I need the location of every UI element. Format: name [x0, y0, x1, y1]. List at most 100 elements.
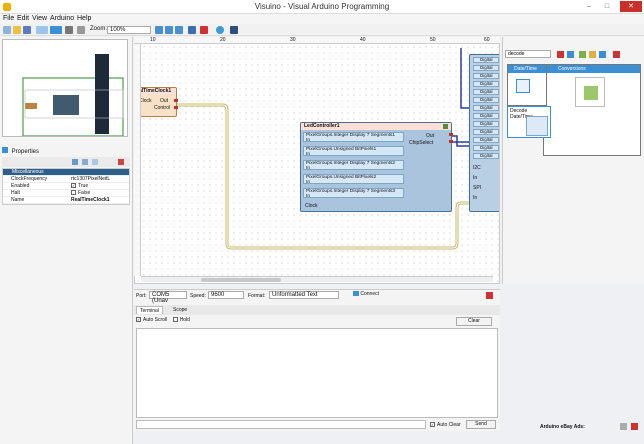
board-digital-pin[interactable]: Digital [473, 145, 499, 151]
rtc-out-pin[interactable] [174, 99, 178, 102]
property-row[interactable]: Halt False [3, 190, 129, 197]
new-icon[interactable] [3, 26, 11, 34]
edit-icon[interactable] [443, 124, 448, 129]
property-row[interactable]: Enabled ✓ True [3, 183, 129, 190]
port-select[interactable]: COM5 (Unav [149, 291, 187, 304]
element-display-7seg-1[interactable]: PixelGroups.Integer Display 7 Segments1 I… [303, 132, 404, 143]
zoom-select[interactable]: 100% [107, 26, 151, 34]
property-row[interactable]: Name RealTimeClock1 [3, 197, 129, 204]
terminal-output[interactable] [136, 328, 498, 418]
compile-icon[interactable] [188, 26, 196, 34]
board-digital-pin[interactable]: Digital [473, 129, 499, 135]
menu-edit[interactable]: Edit [17, 15, 29, 22]
halt-checkbox[interactable] [71, 190, 76, 196]
menu-view[interactable]: View [32, 15, 47, 22]
tab-terminal[interactable]: Terminal [136, 306, 163, 314]
datetime-component-icon[interactable] [516, 79, 530, 93]
filter-down-icon[interactable] [567, 51, 574, 58]
send-input[interactable] [136, 420, 426, 429]
board-digital-pin[interactable]: Digital [473, 81, 499, 87]
auto-scroll-checkbox[interactable]: ✓ [136, 317, 141, 323]
layout-alt-icon[interactable] [50, 26, 62, 34]
pin-icon[interactable] [118, 159, 124, 165]
expand-icon[interactable] [599, 51, 606, 58]
menu-arduino[interactable]: Arduino [50, 15, 74, 22]
element-display-7seg-3[interactable]: PixelGroups.Integer Display 7 Segments3 I… [303, 188, 404, 199]
send-row: ✓ Auto Clear Send [136, 420, 498, 430]
clear-button[interactable]: Clear [456, 317, 492, 326]
format-select[interactable]: Unformatted Text [269, 291, 339, 299]
rtc-out-pin-label: Out [160, 98, 169, 104]
serial-settings-icon[interactable] [486, 292, 493, 299]
ads-close-icon[interactable] [631, 423, 638, 430]
element-bitpixels-1[interactable]: PixelGroups.Unsigned BitPixels1 In [303, 146, 404, 157]
rtc-control-pin[interactable] [174, 106, 178, 109]
board-icon[interactable] [230, 26, 238, 34]
chip-select-pin[interactable] [449, 140, 453, 143]
led-controller-component[interactable]: LedController1 Out ChipSelect PixelGroup… [300, 122, 453, 212]
zoom-in-icon[interactable] [155, 26, 163, 34]
menu-help[interactable]: Help [77, 15, 91, 22]
board-digital-pin[interactable]: Digital [473, 113, 499, 119]
board-digital-pin[interactable]: Digital [473, 57, 499, 63]
datetime-card[interactable]: Date/Time [507, 64, 547, 106]
tab-scope[interactable]: Scope [170, 306, 190, 314]
save-icon[interactable] [23, 26, 31, 34]
arduino-board-component[interactable]: Digital Digital Digital Digital Digital Digit… [469, 54, 499, 212]
property-category[interactable]: Miscellaneous [3, 169, 129, 176]
property-value[interactable]: ✓ True [71, 183, 88, 189]
in-pin-label: In [306, 180, 311, 185]
open-icon[interactable] [13, 26, 21, 34]
overview-thumbnail[interactable] [2, 39, 128, 137]
board-digital-pin[interactable]: Digital [473, 65, 499, 71]
folder-icon[interactable] [589, 51, 596, 58]
auto-clear-checkbox[interactable]: ✓ [430, 422, 435, 428]
hold-option[interactable]: Hold [172, 317, 190, 323]
property-value[interactable]: rtc1307PixelNeitL [71, 176, 110, 182]
horizontal-scrollbar[interactable] [141, 276, 493, 282]
enabled-checkbox[interactable]: ✓ [71, 183, 76, 189]
maximize-button[interactable]: □ [598, 1, 616, 12]
close-button[interactable]: ✕ [620, 1, 642, 12]
design-canvas[interactable]: alTimeClock1 Clock Out Control LedContro… [134, 37, 500, 284]
ads-settings-icon[interactable] [620, 423, 627, 430]
layout-icon[interactable] [36, 26, 48, 34]
property-row[interactable]: ClockFrequency rtc1307PixelNeitL [3, 176, 129, 183]
property-value[interactable]: False [71, 190, 90, 196]
board-digital-pin[interactable]: Digital [473, 105, 499, 111]
upload-icon[interactable] [216, 26, 224, 34]
board-digital-pin[interactable]: Digital [473, 121, 499, 127]
board-digital-pin[interactable]: Digital [473, 97, 499, 103]
speed-select[interactable]: 9600 [208, 291, 244, 299]
component-search-input[interactable] [505, 50, 551, 58]
send-button[interactable]: Send [466, 420, 496, 429]
add-icon[interactable] [579, 51, 586, 58]
grid-icon[interactable] [92, 159, 98, 165]
scrollbar-thumb[interactable] [201, 278, 281, 282]
zoom-fit-icon[interactable] [175, 26, 183, 34]
element-display-7seg-2[interactable]: PixelGroups.Integer Display 7 Segments2 I… [303, 160, 404, 171]
conversion-component-tile[interactable] [575, 77, 605, 107]
redo-icon[interactable] [77, 26, 85, 34]
board-digital-pin[interactable]: Digital [473, 73, 499, 79]
auto-clear-option[interactable]: ✓ Auto Clear [430, 422, 461, 428]
connect-button[interactable]: Connect [346, 291, 386, 300]
board-digital-pin[interactable]: Digital [473, 89, 499, 95]
element-bitpixels-2[interactable]: PixelGroups.Unsigned BitPixels2 In [303, 174, 404, 185]
minimize-button[interactable]: – [580, 1, 598, 12]
menu-file[interactable]: File [3, 15, 14, 22]
filter-icon[interactable] [72, 159, 78, 165]
hold-checkbox[interactable] [172, 317, 178, 323]
auto-scroll-option[interactable]: ✓ Auto Scroll [136, 317, 167, 323]
close-panel-icon[interactable] [613, 51, 620, 58]
zoom-out-icon[interactable] [165, 26, 173, 34]
sort-icon[interactable] [82, 159, 88, 165]
board-digital-pin[interactable]: Digital [473, 153, 499, 159]
led-out-pin[interactable] [449, 133, 453, 136]
property-value[interactable]: RealTimeClock1 [71, 197, 110, 203]
rtc-component[interactable]: alTimeClock1 Clock Out Control [135, 87, 178, 117]
undo-icon[interactable] [65, 26, 73, 34]
board-digital-pin[interactable]: Digital [473, 137, 499, 143]
clear-search-icon[interactable] [557, 51, 564, 58]
delete-icon[interactable] [200, 26, 208, 34]
